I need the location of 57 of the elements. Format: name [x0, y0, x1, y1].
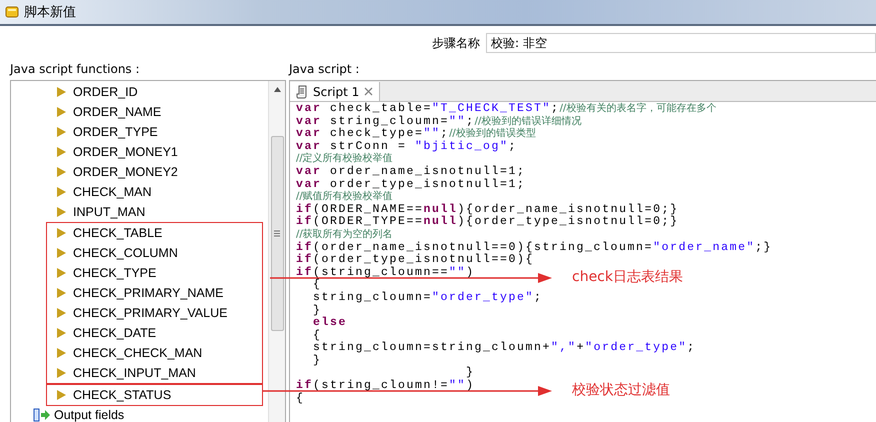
functions-label: Java script functions :	[10, 61, 141, 78]
code-line: else	[312, 317, 348, 328]
close-icon[interactable]	[364, 87, 374, 96]
field-item[interactable]: CHECK_MAN	[73, 185, 152, 199]
output-fields-item[interactable]: Output fields	[54, 408, 124, 422]
step-name-label: 步骤名称	[432, 34, 480, 52]
code-line: //获取所有为空的列名	[296, 228, 393, 240]
code-line: }	[312, 354, 322, 366]
field-item[interactable]: ORDER_TYPE	[73, 125, 158, 139]
step-name-field[interactable]: 校验: 非空	[486, 33, 876, 53]
field-item[interactable]: ORDER_MONEY1	[73, 145, 178, 159]
code-line: //赋值所有校验校举值	[296, 191, 393, 202]
code-line: {	[296, 392, 305, 404]
field-item[interactable]: ORDER_ID	[73, 85, 138, 99]
script-tab[interactable]: Script 1	[290, 82, 380, 101]
code-line: {	[312, 330, 322, 341]
script-label: Java script :	[289, 61, 360, 78]
field-item[interactable]: ORDER_NAME	[73, 105, 162, 119]
code-line: }	[465, 367, 475, 378]
code-line: var strConn = "bjitic_og";	[296, 140, 518, 152]
code-line: string_cloumn=string_cloumn+","+"order_type";	[312, 342, 696, 354]
scroll-up-icon[interactable]	[274, 87, 280, 92]
grip-icon	[274, 230, 280, 237]
field-item[interactable]: CHECK_TABLE	[73, 226, 162, 240]
code-line: if(string_cloumn!="")	[296, 380, 475, 392]
field-item[interactable]: CHECK_PRIMARY_VALUE	[73, 306, 228, 320]
field-item[interactable]: CHECK_PRIMARY_NAME	[73, 286, 224, 300]
field-item[interactable]: CHECK_TYPE	[73, 266, 156, 280]
field-item[interactable]: ORDER_MONEY2	[73, 165, 178, 179]
code-line: var order_type_isnotnull=1;	[296, 178, 526, 190]
code-line: var order_name_isnotnull=1;	[296, 166, 526, 177]
window-title: 脚本新值	[24, 4, 76, 21]
code-line: //定义所有校验校举值	[296, 153, 393, 164]
scroll-thumb[interactable]	[270, 136, 284, 331]
code-line: }	[312, 304, 322, 316]
output-fields-icon	[33, 408, 51, 422]
script-icon	[296, 84, 308, 98]
code-line: {	[312, 279, 322, 290]
field-item[interactable]: CHECK_INPUT_MAN	[73, 366, 196, 380]
field-item[interactable]: CHECK_COLUMN	[73, 246, 178, 260]
code-line: if(string_cloumn=="")	[296, 266, 475, 278]
code-line: var check_table="T_CHECK_TEST";//校验有关的表名字，可能存在多个	[296, 103, 716, 114]
field-item[interactable]: CHECK_CHECK_MAN	[73, 346, 202, 360]
field-item[interactable]: CHECK_DATE	[73, 326, 156, 340]
code-line: string_cloumn="order_type";	[312, 292, 543, 303]
code-line: if(ORDER_NAME==null){order_name_isnotnull=0;}	[296, 204, 679, 215]
code-line: if(ORDER_TYPE==null){order_type_isnotnull=0;}	[296, 216, 679, 228]
code-line: var check_type="";//校验到的错误类型	[296, 128, 536, 140]
code-line: if(order_type_isnotnull==0){	[296, 254, 534, 266]
triangle-icon	[57, 390, 66, 400]
code-line: var string_cloumn="";//校验到的错误详细情况	[296, 116, 582, 127]
code-line: if(order_name_isnotnull==0){string_cloumn="order_name";}	[296, 242, 772, 253]
scrollbar[interactable]	[268, 81, 285, 422]
field-item[interactable]: CHECK_STATUS	[73, 388, 172, 402]
annotation-label: check日志表结果	[572, 268, 683, 286]
annotation-label: 校验状态过滤值	[572, 381, 670, 400]
field-item[interactable]: INPUT_MAN	[73, 205, 146, 219]
